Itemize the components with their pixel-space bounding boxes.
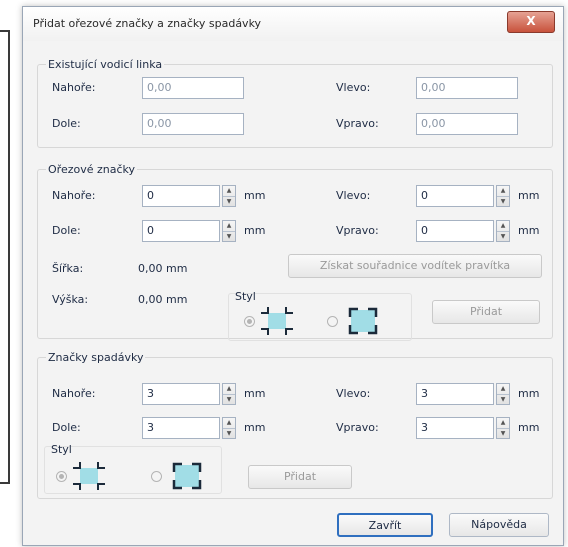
crop-height-label: Výška:	[52, 293, 89, 306]
bleed-style-radio-corner[interactable]	[151, 471, 162, 482]
dialog-window: Přidat ořezové značky a značky spadávky …	[22, 6, 564, 546]
window-title: Přidat ořezové značky a značky spadávky	[33, 17, 262, 30]
bleed-bottom-label: Dole:	[52, 421, 81, 434]
crop-bottom-stepper[interactable]: ▲ ▼	[222, 220, 236, 242]
existing-guides-group: Existující vodicí linka Nahoře: 0,00 Dol…	[37, 58, 553, 148]
crop-left-stepper[interactable]: ▲ ▼	[496, 185, 510, 207]
bleed-top-stepper[interactable]: ▲ ▼	[222, 383, 236, 405]
background-window-edge	[0, 30, 10, 484]
bleed-left-stepper[interactable]: ▲ ▼	[496, 383, 510, 405]
bleed-marks-title: Značky spadávky	[46, 351, 146, 364]
help-button[interactable]: Nápověda	[449, 513, 549, 537]
crop-marks-corner-style-icon	[348, 307, 378, 335]
get-ruler-guide-coords-button[interactable]: Získat souřadnice vodítek pravítka	[288, 254, 542, 278]
guides-left-field[interactable]: 0,00	[416, 77, 518, 99]
guides-top-label: Nahoře:	[52, 81, 96, 94]
crop-left-field[interactable]: 0	[416, 185, 494, 207]
crop-marks-group: Ořezové značky Nahoře: 0 ▲ ▼ mm Dole: 0 ▲…	[37, 163, 553, 341]
crop-add-button[interactable]: Přidat	[432, 300, 540, 324]
bleed-style-label: Styl	[51, 443, 72, 456]
bleed-top-unit: mm	[244, 387, 266, 400]
bleed-left-label: Vlevo:	[336, 387, 371, 400]
bleed-right-unit: mm	[518, 421, 540, 434]
crop-left-unit: mm	[518, 189, 540, 202]
crop-style-label: Styl	[235, 290, 256, 303]
crop-marks-cross-style-icon	[261, 307, 293, 335]
crop-top-field[interactable]: 0	[142, 185, 220, 207]
bleed-top-label: Nahoře:	[52, 387, 96, 400]
crop-right-label: Vpravo:	[336, 224, 379, 237]
guides-bottom-field[interactable]: 0,00	[142, 113, 244, 135]
crop-marks-title: Ořezové značky	[46, 163, 138, 176]
crop-style-radio-cross[interactable]	[244, 316, 255, 327]
crop-top-label: Nahoře:	[52, 189, 96, 202]
close-window-button[interactable]: X	[507, 11, 555, 33]
crop-top-stepper[interactable]: ▲ ▼	[222, 185, 236, 207]
crop-style-box: Styl	[228, 290, 412, 341]
crop-width-label: Šířka:	[52, 262, 84, 275]
bleed-left-unit: mm	[518, 387, 540, 400]
crop-style-radio-corner[interactable]	[327, 316, 338, 327]
guides-right-field[interactable]: 0,00	[416, 113, 518, 135]
bleed-right-field[interactable]: 3	[416, 417, 494, 439]
title-bar: Přidat ořezové značky a značky spadávky …	[23, 7, 563, 41]
crop-left-label: Vlevo:	[336, 189, 371, 202]
bleed-right-label: Vpravo:	[336, 421, 379, 434]
existing-guides-title: Existující vodicí linka	[46, 58, 165, 71]
guides-left-label: Vlevo:	[336, 81, 371, 94]
bleed-left-field[interactable]: 3	[416, 383, 494, 405]
crop-width-value: 0,00 mm	[138, 262, 188, 275]
bleed-top-field[interactable]: 3	[142, 383, 220, 405]
crop-right-unit: mm	[518, 224, 540, 237]
close-button[interactable]: Zavřít	[337, 513, 433, 537]
bleed-add-button[interactable]: Přidat	[248, 465, 352, 489]
bleed-bottom-field[interactable]: 3	[142, 417, 220, 439]
crop-bottom-label: Dole:	[52, 224, 81, 237]
crop-top-unit: mm	[244, 189, 266, 202]
guides-top-field[interactable]: 0,00	[142, 77, 244, 99]
crop-right-field[interactable]: 0	[416, 220, 494, 242]
guides-right-label: Vpravo:	[336, 117, 379, 130]
crop-height-value: 0,00 mm	[138, 293, 188, 306]
bleed-style-box: Styl	[44, 443, 222, 494]
bleed-marks-group: Značky spadávky Nahoře: 3 ▲ ▼ mm Dole: 3 …	[37, 351, 553, 499]
bleed-bottom-stepper[interactable]: ▲ ▼	[222, 417, 236, 439]
crop-right-stepper[interactable]: ▲ ▼	[496, 220, 510, 242]
crop-bottom-unit: mm	[244, 224, 266, 237]
bleed-style-radio-cross[interactable]	[56, 471, 67, 482]
bleed-right-stepper[interactable]: ▲ ▼	[496, 417, 510, 439]
bleed-marks-cross-style-icon	[73, 462, 105, 490]
bleed-marks-corner-style-icon	[172, 462, 202, 490]
guides-bottom-label: Dole:	[52, 117, 81, 130]
crop-bottom-field[interactable]: 0	[142, 220, 220, 242]
bleed-bottom-unit: mm	[244, 421, 266, 434]
